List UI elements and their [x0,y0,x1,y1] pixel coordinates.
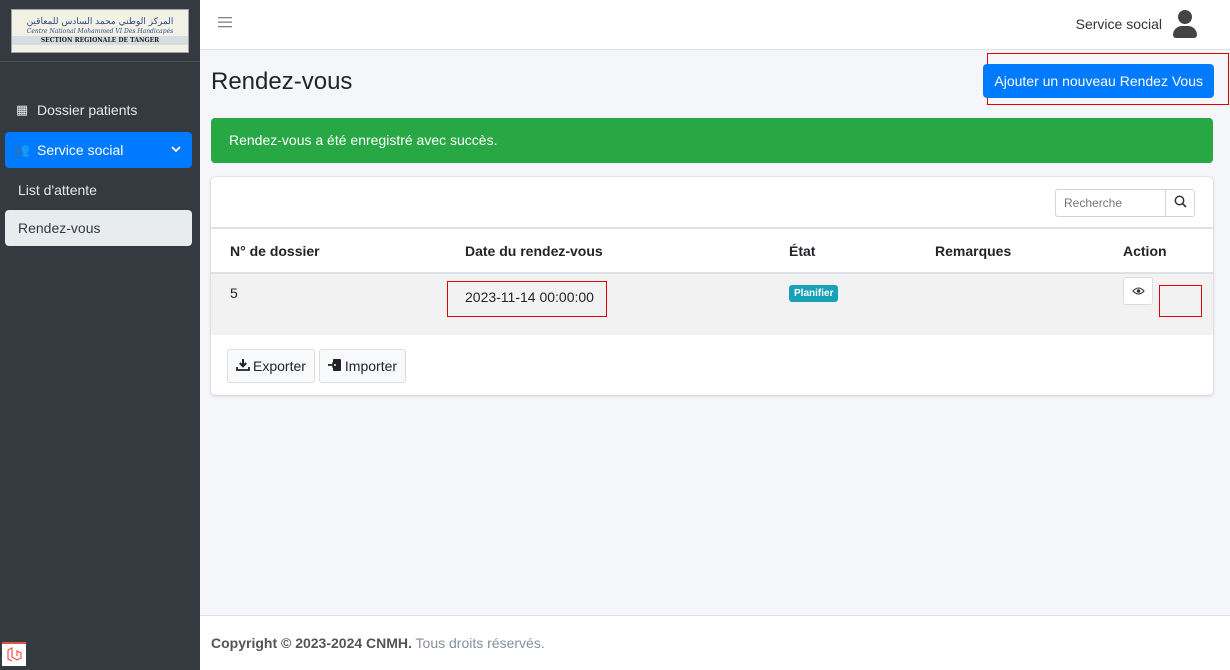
sidebar-item-label: Rendez-vous [18,220,101,236]
table-footer-spacer [211,322,1213,335]
logo-french-text: Centre National Mohammed VI Des Handicap… [26,27,174,35]
logo-arabic-text: المركز الوطني محمد السادس للمعاقين [26,16,174,27]
copyright-text: Copyright © 2023-2024 CNMH. [211,635,412,651]
cell-remarques [915,273,1105,323]
user-label: Service social [1075,16,1162,32]
search-button[interactable] [1165,189,1195,217]
export-label: Exporter [253,358,306,374]
export-button[interactable]: Exporter [227,349,315,383]
view-button[interactable] [1123,276,1153,305]
main-content: Rendez-vous Ajouter un nouveau Rendez Vo… [200,50,1230,615]
top-navbar: Service social [200,0,1230,50]
user-menu[interactable]: Service social [1076,8,1200,40]
column-header-etat[interactable]: État [769,227,915,274]
sidebar-item-dossier-patients[interactable]: ▦ Dossier patients [5,92,192,128]
search-icon [1174,195,1187,211]
sidebar-item-rendez-vous[interactable]: Rendez-vous [5,210,192,246]
chevron-down-icon [170,143,182,158]
logo-section-text: SECTION REGIONALE DE TANGER [12,35,188,45]
cell-date: 2023-11-14 00:00:00 [445,273,769,323]
users-icon: 👥 [13,142,31,157]
sidebar: المركز الوطني محمد السادس للمعاقين Centr… [0,0,200,670]
sidebar-item-list-attente[interactable]: List d'attente [5,172,192,208]
alert-message: Rendez-vous a été enregistré avec succès… [229,132,498,148]
table-row: 5 2023-11-14 00:00:00 Planifier [211,273,1213,323]
sidebar-nav: ▦ Dossier patients 👥 Service social List… [0,92,200,248]
highlight-box [1158,284,1202,317]
eye-icon [1131,283,1145,299]
cell-action [1105,273,1213,323]
footer: Copyright © 2023-2024 CNMH. Tous droits … [200,615,1230,670]
import-button[interactable]: Importer [318,349,407,383]
laravel-icon[interactable] [2,642,26,666]
brand[interactable]: المركز الوطني محمد السادس للمعاقين Centr… [0,0,200,62]
column-header-dossier[interactable]: N° de dossier [211,227,445,274]
logo[interactable]: المركز الوطني محمد السادس للمعاقين Centr… [11,8,189,53]
cell-dossier: 5 [211,273,445,323]
date-value: 2023-11-14 00:00:00 [447,280,607,317]
sidebar-item-label: Service social [37,142,124,158]
table-actions: Exporter Importer [227,349,410,383]
cell-etat: Planifier [769,273,915,323]
column-header-action: Action [1105,227,1213,274]
hospital-user-icon: ▦ [15,102,29,117]
menu-toggle-icon[interactable] [218,13,232,33]
page-title: Rendez-vous [211,68,353,95]
dossier-number: 5 [230,284,238,301]
import-label: Importer [344,358,398,374]
file-import-icon [327,358,342,375]
success-alert: Rendez-vous a été enregistré avec succès… [211,118,1213,163]
download-icon [236,358,250,374]
table-header-row: N° de dossier Date du rendez-vous État R… [211,227,1213,274]
column-header-date[interactable]: Date du rendez-vous [445,227,769,274]
status-badge: Planifier [789,285,839,302]
sidebar-item-service-social[interactable]: 👥 Service social [5,132,192,168]
search-input[interactable] [1055,189,1165,217]
sidebar-item-label: List d'attente [18,182,97,198]
rendez-vous-card: N° de dossier Date du rendez-vous État R… [211,177,1213,395]
rendez-vous-table: N° de dossier Date du rendez-vous État R… [211,227,1213,323]
add-rendez-vous-button[interactable]: Ajouter un nouveau Rendez Vous [983,64,1214,98]
column-header-remarques[interactable]: Remarques [915,227,1105,274]
search-box [1055,189,1195,217]
rights-text: Tous droits réservés. [411,635,545,651]
sidebar-item-label: Dossier patients [37,102,138,118]
user-avatar-icon[interactable] [1170,8,1200,40]
